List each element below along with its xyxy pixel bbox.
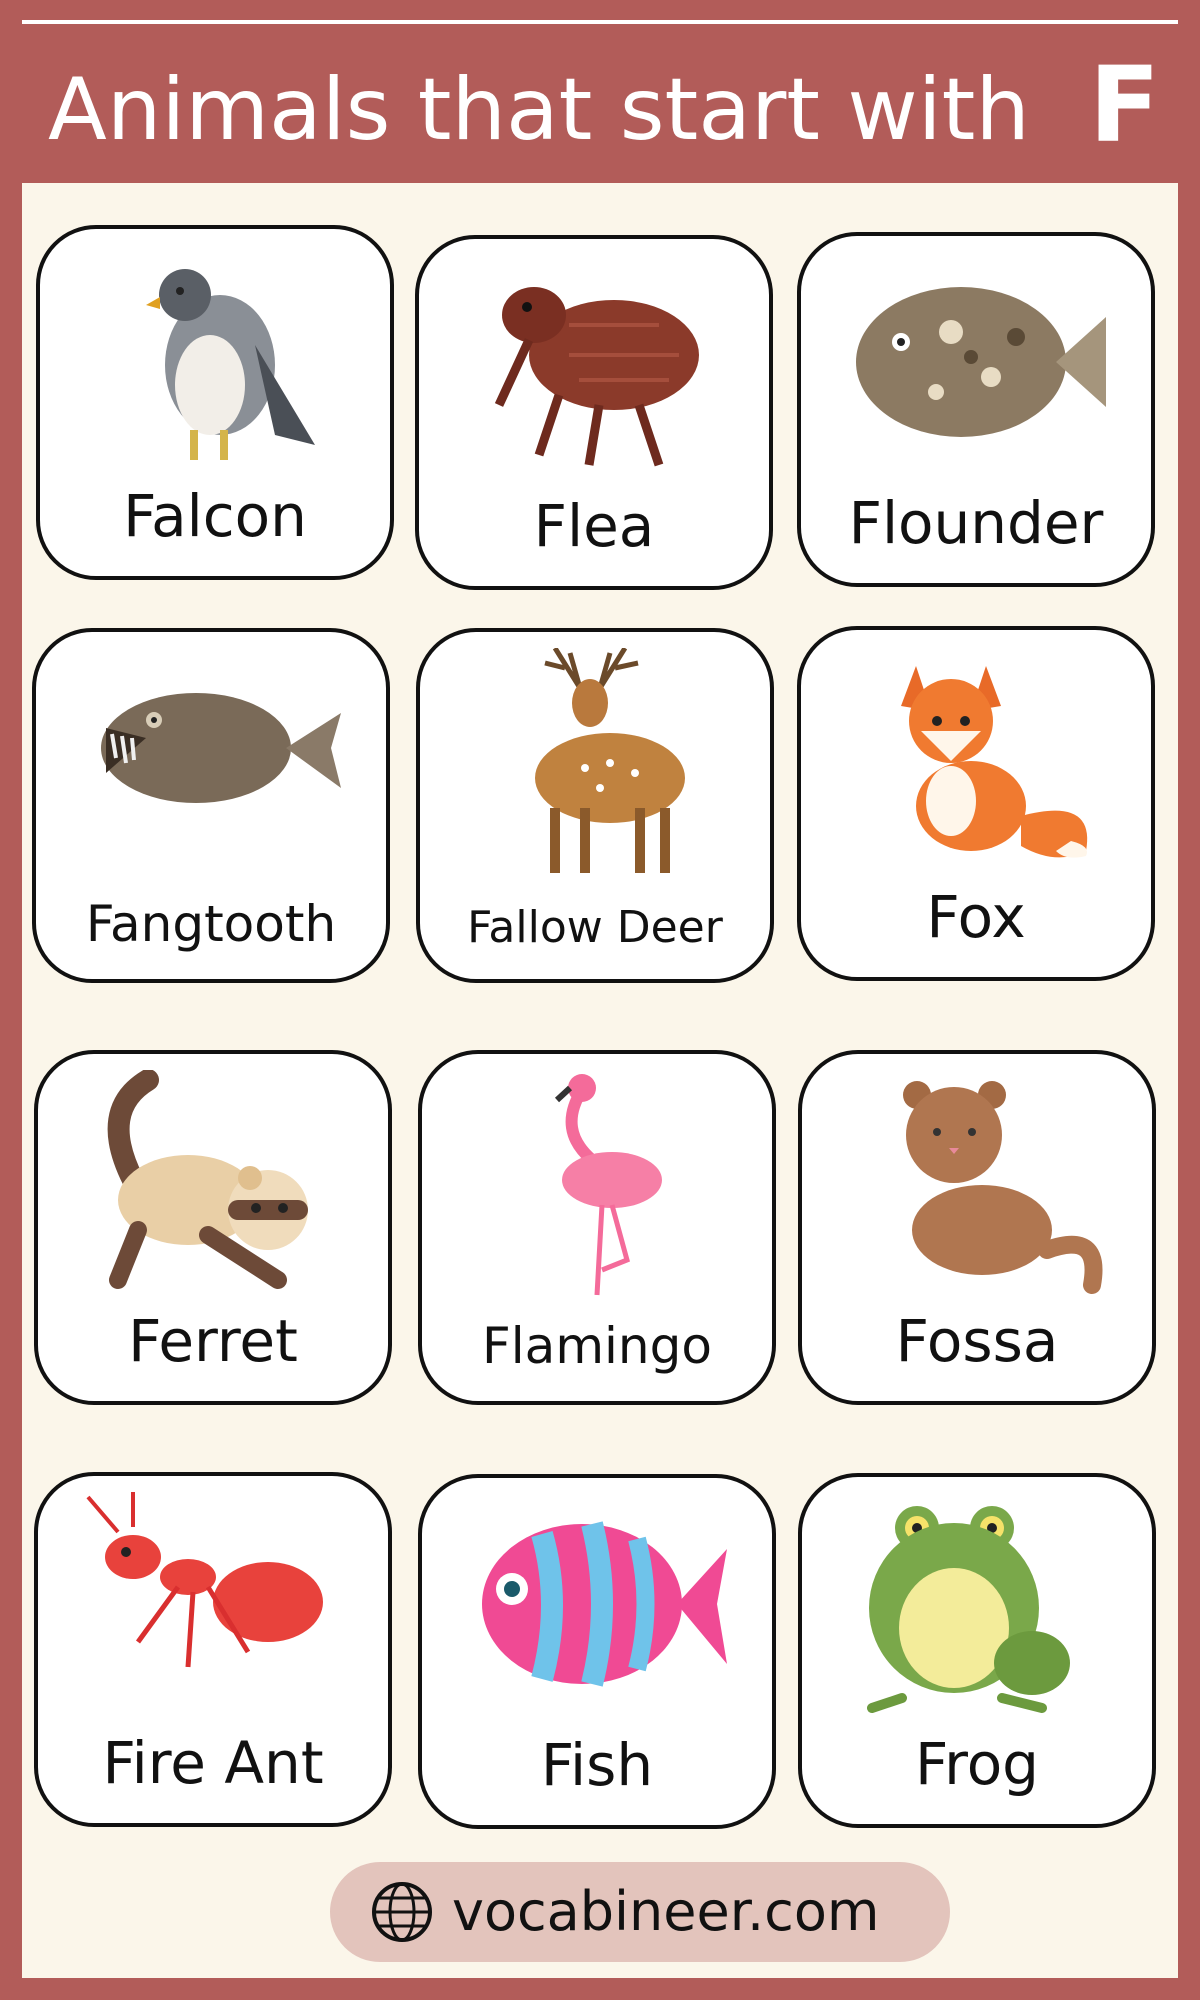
title-letter: F	[1088, 44, 1160, 166]
fish-icon	[482, 1521, 727, 1687]
card-fangtooth: Fangtooth	[32, 628, 390, 983]
fangtooth-icon	[101, 693, 341, 803]
fossa-icon	[903, 1081, 1103, 1294]
card-label: Frog	[914, 1730, 1039, 1798]
card-label: Flounder	[848, 489, 1104, 557]
card-fossa: Fossa	[798, 1050, 1156, 1405]
card-label: Fire Ant	[102, 1729, 324, 1797]
card-label: Flea	[533, 492, 655, 560]
fox-icon	[901, 666, 1088, 858]
flounder-icon	[856, 287, 1106, 437]
card-label: Flamingo	[482, 1317, 712, 1375]
ferret-icon	[107, 1070, 308, 1289]
card-fire-ant: Fire Ant	[34, 1472, 392, 1827]
card-fallow-deer: Fallow Deer	[416, 628, 774, 983]
card-ferret: Ferret	[34, 1050, 392, 1405]
fallow-deer-icon	[535, 648, 685, 873]
flamingo-icon	[554, 1074, 662, 1296]
falcon-icon	[146, 269, 315, 460]
globe-icon	[372, 1882, 432, 1942]
website-badge[interactable]: vocabineer.com	[330, 1862, 950, 1962]
card-falcon: Falcon	[36, 225, 394, 580]
frog-icon	[867, 1506, 1070, 1713]
card-label: Fox	[926, 883, 1026, 951]
card-label: Fish	[540, 1731, 654, 1799]
card-fish: Fish	[418, 1474, 776, 1829]
flea-icon	[494, 287, 699, 467]
card-flea: Flea	[415, 235, 773, 590]
card-fox: Fox	[797, 626, 1155, 981]
card-label: Ferret	[128, 1307, 298, 1375]
top-divider	[22, 20, 1178, 24]
fire-ant-icon	[86, 1492, 323, 1668]
card-label: Fossa	[895, 1307, 1059, 1375]
page-title: Animals that start with	[48, 60, 1030, 160]
card-flounder: Flounder	[797, 232, 1155, 587]
card-frog: Frog	[798, 1473, 1156, 1828]
card-label: Fangtooth	[85, 895, 337, 953]
card-flamingo: Flamingo	[418, 1050, 776, 1405]
website-link[interactable]: vocabineer.com	[452, 1874, 879, 1950]
card-label: Fallow Deer	[467, 902, 723, 953]
card-label: Falcon	[123, 482, 307, 550]
